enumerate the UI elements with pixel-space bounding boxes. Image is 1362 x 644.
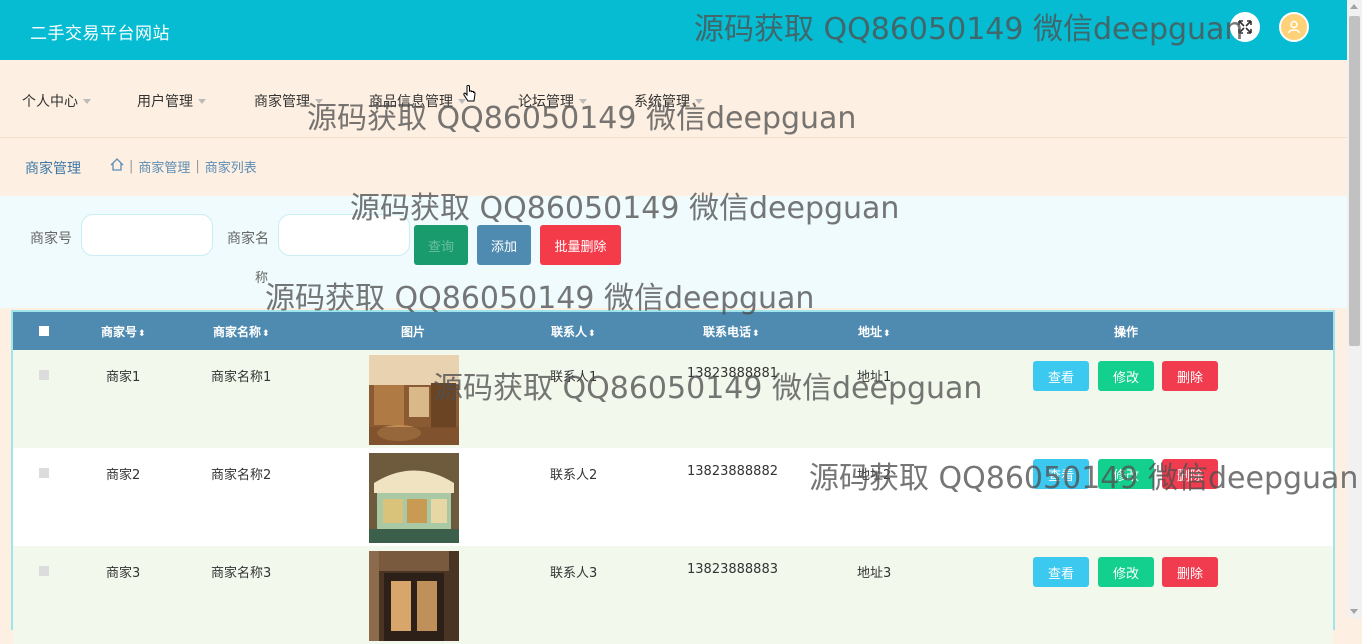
breadcrumb: | 商家管理 | 商家列表 [110, 157, 257, 176]
merchant-id-input[interactable] [81, 214, 213, 256]
batch-delete-button[interactable]: 批量删除 [540, 225, 621, 265]
cell-phone: 13823888881 [687, 366, 778, 381]
delete-button[interactable]: 删除 [1162, 459, 1218, 489]
row-checkbox[interactable] [39, 370, 49, 380]
site-title: 二手交易平台网站 [30, 24, 170, 44]
chevron-down-icon [83, 98, 91, 104]
chevron-down-icon [579, 98, 587, 104]
table-header: 商家号⬍ 商家名称⬍ 图片 联系人⬍ 联系电话⬍ 地址⬍ 操作 [13, 312, 1333, 350]
merchant-id-label: 商家号 [30, 231, 72, 247]
row-checkbox[interactable] [39, 566, 49, 576]
merchant-table: 商家号⬍ 商家名称⬍ 图片 联系人⬍ 联系电话⬍ 地址⬍ 操作 商家1 商家名称… [11, 310, 1335, 644]
main-nav: 个人中心 用户管理 商家管理 商品信息管理 论坛管理 系统管理 [0, 60, 1347, 138]
cell-address: 地址3 [857, 566, 892, 581]
user-avatar-icon[interactable] [1279, 12, 1309, 42]
edit-button[interactable]: 修改 [1098, 557, 1154, 587]
cell-phone: 13823888883 [687, 562, 778, 577]
column-header-address[interactable]: 地址⬍ [858, 323, 891, 340]
nav-forum-management[interactable]: 论坛管理 [518, 91, 587, 111]
page-title: 商家管理 [25, 161, 81, 177]
table-row: 商家2 商家名称2 联系人2 13823888882 地址2 查看 修改 删除 [13, 448, 1333, 546]
top-header: 二手交易平台网站 [0, 0, 1347, 60]
cell-contact: 联系人2 [550, 468, 598, 483]
query-button[interactable]: 查询 [414, 225, 468, 265]
cell-name: 商家名称2 [211, 468, 272, 483]
sort-icon: ⬍ [883, 329, 891, 339]
search-panel: 商家号 商家名 称 查询 添加 批量删除 [0, 196, 1347, 308]
column-header-id[interactable]: 商家号⬍ [101, 323, 146, 340]
merchant-name-label: 商家名 [227, 231, 269, 247]
sort-icon: ⬍ [588, 329, 596, 339]
sort-icon: ⬍ [262, 329, 270, 339]
cell-phone: 13823888882 [687, 464, 778, 479]
select-all-checkbox[interactable] [39, 326, 49, 336]
breadcrumb-item: 商家列表 [204, 161, 257, 176]
column-header-actions: 操作 [1114, 325, 1139, 339]
edit-button[interactable]: 修改 [1098, 459, 1154, 489]
merchant-image [369, 453, 459, 543]
chevron-down-icon [315, 98, 323, 104]
chevron-down-icon [198, 98, 206, 104]
hand-cursor-icon [463, 85, 477, 107]
cell-id: 商家3 [106, 566, 141, 581]
edit-button[interactable]: 修改 [1098, 361, 1154, 391]
breadcrumb-separator: | [129, 159, 134, 174]
cell-id: 商家1 [106, 370, 141, 385]
column-header-phone[interactable]: 联系电话⬍ [703, 323, 760, 340]
nav-product-management[interactable]: 商品信息管理 [369, 91, 466, 111]
table-row: 商家3 商家名称3 联系人3 13823888883 地址3 查看 修改 删除 [13, 546, 1333, 644]
cell-contact: 联系人3 [550, 566, 598, 581]
delete-button[interactable]: 删除 [1162, 361, 1218, 391]
column-header-name[interactable]: 商家名称⬍ [213, 323, 270, 340]
nav-system-management[interactable]: 系统管理 [634, 91, 703, 111]
row-checkbox[interactable] [39, 468, 49, 478]
scroll-down-icon[interactable] [1350, 609, 1358, 614]
cell-address: 地址2 [857, 468, 892, 483]
view-button[interactable]: 查看 [1033, 361, 1089, 391]
merchant-image [369, 355, 459, 445]
fullscreen-icon[interactable] [1230, 12, 1260, 42]
column-header-image: 图片 [401, 325, 426, 339]
column-header-contact[interactable]: 联系人⬍ [551, 323, 596, 340]
sort-icon: ⬍ [138, 329, 146, 339]
cell-name: 商家名称1 [211, 370, 272, 385]
view-button[interactable]: 查看 [1033, 557, 1089, 587]
merchant-name-label-wrap: 称 [255, 271, 269, 286]
breadcrumb-separator: | [195, 159, 200, 174]
view-button[interactable]: 查看 [1033, 459, 1089, 489]
delete-button[interactable]: 删除 [1162, 557, 1218, 587]
cell-name: 商家名称3 [211, 566, 272, 581]
nav-personal-center[interactable]: 个人中心 [22, 91, 91, 111]
cell-contact: 联系人1 [550, 370, 598, 385]
merchant-name-input[interactable] [278, 214, 410, 256]
home-icon[interactable] [110, 158, 124, 175]
table-row: 商家1 商家名称1 联系人1 13823888881 地址1 查看 修改 删除 [13, 350, 1333, 448]
scrollbar-thumb[interactable] [1349, 16, 1360, 346]
cell-id: 商家2 [106, 468, 141, 483]
nav-merchant-management[interactable]: 商家管理 [254, 91, 323, 111]
breadcrumb-item[interactable]: 商家管理 [138, 157, 190, 176]
scroll-up-icon[interactable] [1350, 4, 1358, 9]
breadcrumb-bar: 商家管理 | 商家管理 | 商家列表 [0, 138, 1347, 195]
chevron-down-icon [695, 98, 703, 104]
nav-user-management[interactable]: 用户管理 [137, 91, 206, 111]
sort-icon: ⬍ [752, 329, 760, 339]
page-scrollbar[interactable] [1347, 0, 1362, 618]
merchant-image [369, 551, 459, 641]
cell-address: 地址1 [857, 370, 892, 385]
add-button[interactable]: 添加 [477, 225, 531, 265]
